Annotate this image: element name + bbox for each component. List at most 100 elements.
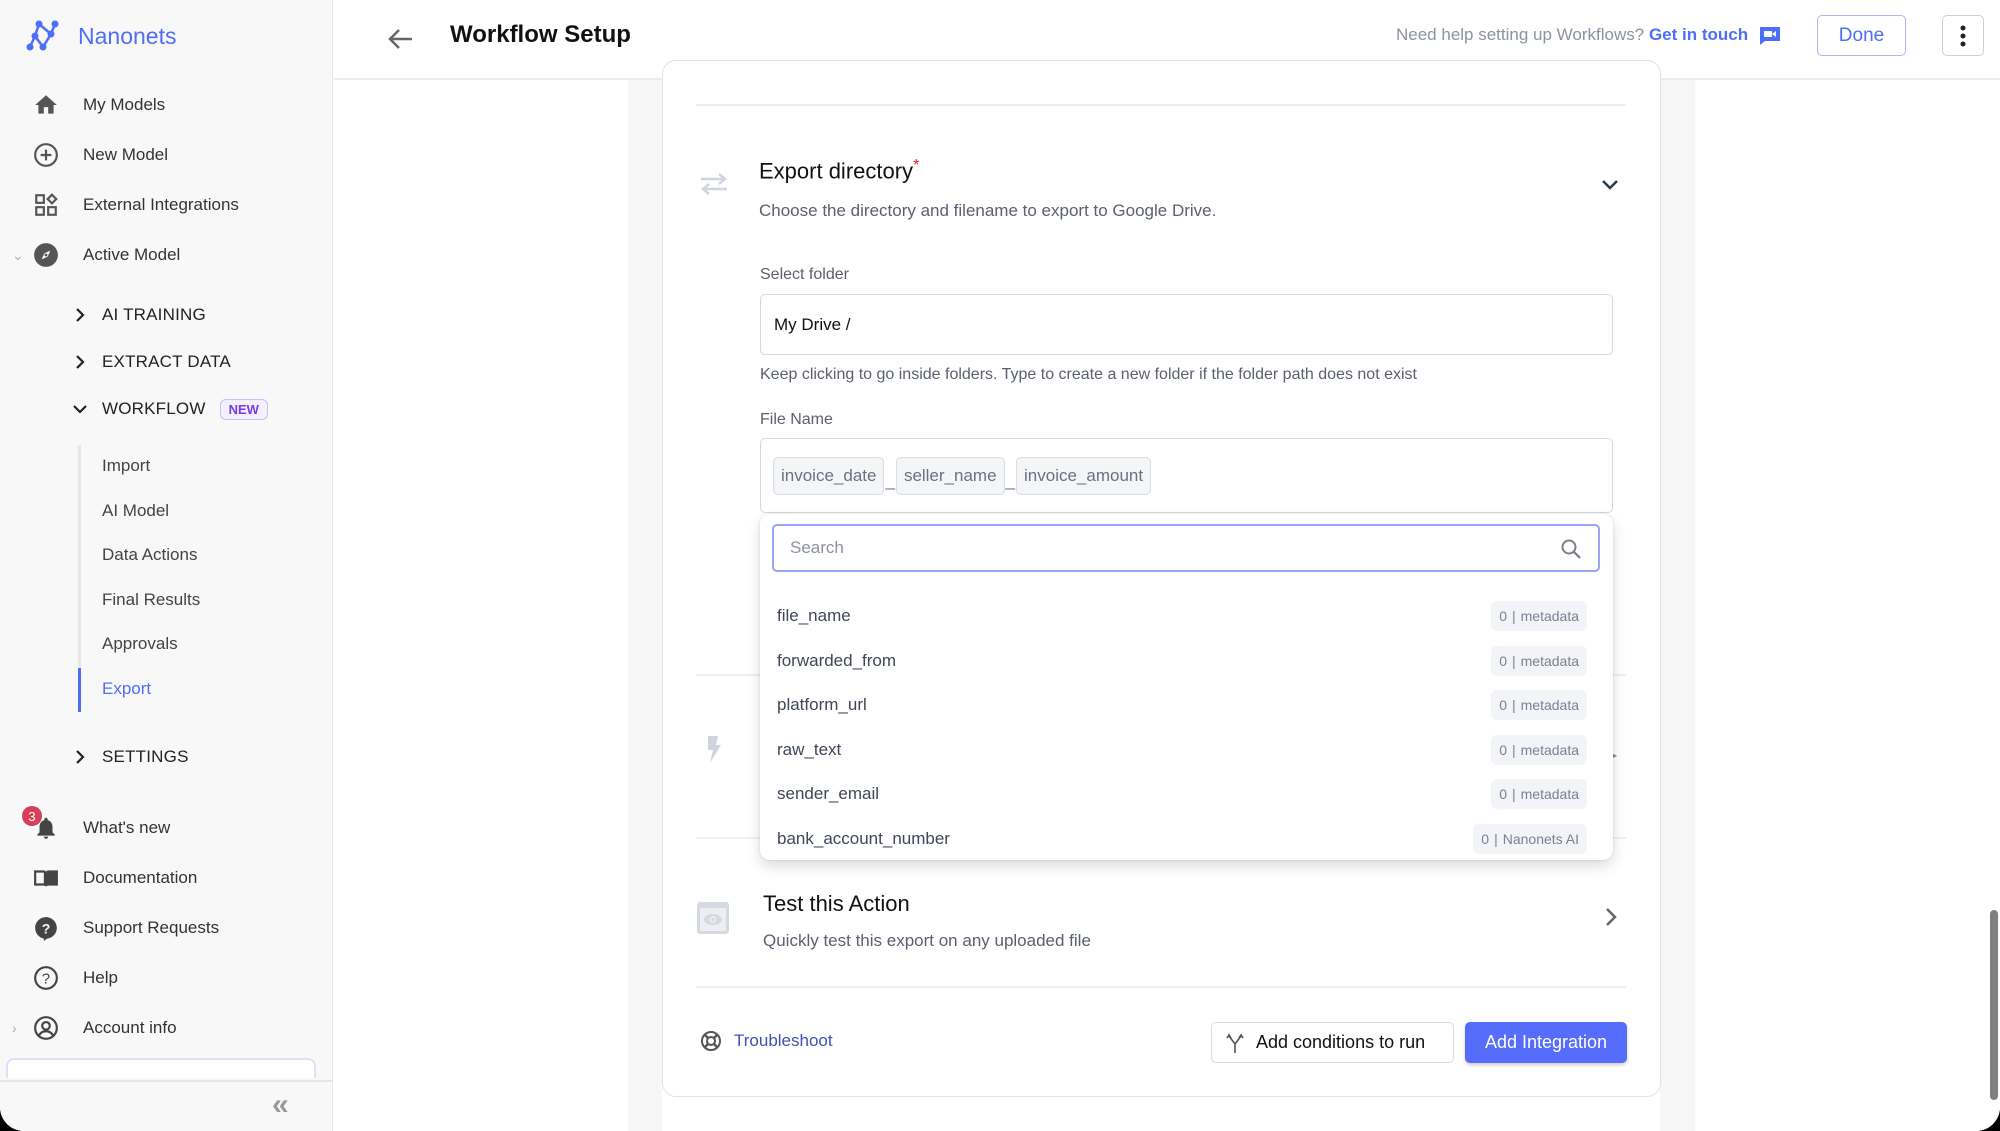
svg-text:?: ? — [42, 970, 50, 987]
sidebar-item-label: Account info — [83, 1018, 177, 1037]
sidebar-item-label: Help — [83, 968, 118, 987]
chevron-down-icon — [73, 405, 87, 414]
sidebar-item-support-requests[interactable]: ? Support Requests — [0, 908, 333, 948]
sidebar-item-active-model[interactable]: ⌄ Active Model — [0, 235, 333, 275]
sidebar-item-external-integrations[interactable]: External Integrations — [0, 185, 333, 225]
content-gutter-left — [628, 80, 662, 1131]
home-icon — [33, 92, 59, 118]
sidebar-item-documentation[interactable]: Documentation — [0, 858, 333, 898]
add-integration-button[interactable]: Add Integration — [1465, 1022, 1627, 1063]
option-name: platform_url — [777, 695, 867, 714]
more-options-button[interactable] — [1942, 15, 1984, 56]
troubleshoot-link[interactable]: Troubleshoot — [700, 1030, 833, 1052]
workflow-item-approvals[interactable]: Approvals — [102, 634, 178, 654]
workflow-item-export[interactable]: Export — [102, 679, 151, 699]
workflow-item-final-results[interactable]: Final Results — [102, 590, 200, 610]
compass-icon — [33, 242, 59, 268]
sidebar: Nanonets My Models New Model External In… — [0, 0, 333, 1131]
sidebar-item-help[interactable]: ? Help — [0, 958, 333, 998]
new-badge: NEW — [219, 398, 268, 420]
brand-logo[interactable]: Nanonets — [26, 18, 176, 54]
sidebar-item-new-model[interactable]: New Model — [0, 135, 333, 175]
required-marker: * — [913, 157, 920, 174]
chip-separator: _ — [885, 470, 895, 490]
dropdown-option[interactable]: forwarded_from 0 | metadata — [760, 639, 1613, 683]
field-search-input[interactable] — [790, 526, 1530, 570]
dropdown-option[interactable]: bank_account_number 0 | Nanonets AI — [760, 817, 1613, 860]
file-name-chip[interactable]: invoice_date — [773, 456, 885, 495]
option-source: metadata — [1520, 653, 1579, 669]
support-icon: ? — [33, 915, 59, 941]
dropdown-option[interactable]: raw_text 0 | metadata — [760, 728, 1613, 772]
help-prompt: Need help setting up Workflows? Get in t… — [1396, 25, 1781, 46]
option-count: 0 — [1499, 608, 1507, 624]
dropdown-search — [772, 524, 1600, 572]
option-count: 0 — [1499, 697, 1507, 713]
get-in-touch-link[interactable]: Get in touch — [1649, 25, 1748, 44]
option-name: raw_text — [777, 740, 842, 759]
test-action-title: Test this Action — [763, 891, 910, 916]
option-source: Nanonets AI — [1502, 831, 1579, 847]
sidebar-item-account-info[interactable]: › Account info — [0, 1008, 333, 1048]
dropdown-option[interactable]: sender_email 0 | metadata — [760, 772, 1613, 816]
sidebar-section-ai-training[interactable]: AI TRAINING — [70, 298, 206, 332]
widgets-icon — [33, 192, 59, 218]
collapse-sidebar-icon[interactable]: « — [272, 1090, 289, 1120]
sidebar-item-label: Documentation — [83, 868, 198, 887]
page-scrollbar[interactable] — [1990, 910, 1998, 1100]
collapse-section-chevron-icon[interactable] — [1598, 172, 1622, 196]
file-name-input[interactable]: invoice_date _ seller_name _ invoice_amo… — [760, 438, 1613, 513]
add-conditions-button[interactable]: Add conditions to run — [1211, 1022, 1454, 1063]
option-name: file_name — [777, 606, 851, 625]
chevron-right-icon: › — [12, 1020, 17, 1036]
content-gutter-right — [1660, 80, 1695, 1131]
app-window: Nanonets My Models New Model External In… — [0, 0, 2000, 1131]
sidebar-section-settings[interactable]: SETTINGS — [70, 740, 189, 774]
option-source-tag: 0 | metadata — [1491, 779, 1587, 809]
sidebar-footer: « — [0, 1080, 333, 1131]
help-circle-icon: ? — [33, 965, 59, 991]
select-folder-label: Select folder — [760, 266, 849, 283]
workflow-item-ai-model[interactable]: AI Model — [102, 501, 169, 521]
workflow-item-import[interactable]: Import — [102, 456, 150, 476]
option-source: metadata — [1520, 742, 1579, 758]
sidebar-item-label: New Model — [83, 145, 169, 164]
folder-hint-text: Keep clicking to go inside folders. Type… — [760, 366, 1417, 383]
option-source-tag: 0 | metadata — [1491, 690, 1587, 720]
search-icon — [1561, 539, 1581, 559]
option-name: sender_email — [777, 784, 880, 803]
sidebar-item-my-models[interactable]: My Models — [0, 85, 333, 125]
field-picker-dropdown: file_name 0|metadata forwarded_from 0|me… — [760, 514, 1613, 860]
brand-name: Nanonets — [78, 22, 177, 49]
folder-path-input[interactable]: My Drive / — [760, 294, 1613, 355]
preview-eye-icon — [697, 902, 729, 934]
section-label: AI TRAINING — [102, 305, 206, 324]
option-source: metadata — [1520, 786, 1579, 802]
chevron-right-icon — [76, 750, 85, 764]
lightning-icon — [708, 736, 721, 763]
video-chat-icon[interactable] — [1759, 26, 1781, 46]
chevron-down-icon: ⌄ — [12, 246, 24, 263]
back-arrow-icon[interactable] — [384, 22, 418, 56]
workflow-item-data-actions[interactable]: Data Actions — [102, 545, 197, 565]
option-name: forwarded_from — [777, 651, 897, 670]
dropdown-option[interactable]: platform_url 0 | metadata — [760, 683, 1613, 727]
test-action-description: Quickly test this export on any uploaded… — [763, 931, 1091, 950]
option-source-tag: 0 | metadata — [1491, 735, 1587, 765]
sidebar-promo-card[interactable] — [6, 1058, 316, 1078]
branch-icon — [1226, 1033, 1244, 1053]
sidebar-section-extract-data[interactable]: EXTRACT DATA — [70, 345, 231, 379]
file-name-chip[interactable]: invoice_amount — [1016, 456, 1152, 495]
sidebar-item-whats-new[interactable]: What's new — [0, 808, 333, 848]
option-source-tag: 0 | metadata — [1491, 646, 1587, 676]
section-label: EXTRACT DATA — [102, 352, 231, 371]
help-prompt-text: Need help setting up Workflows? — [1396, 25, 1645, 44]
dropdown-option[interactable]: file_name 0 | metadata — [760, 594, 1613, 638]
book-icon — [33, 865, 59, 891]
section-title-text: Export directory — [759, 158, 914, 184]
sidebar-section-workflow[interactable]: WORKFLOW NEW — [70, 392, 268, 426]
chevron-right-icon[interactable] — [1600, 906, 1622, 928]
done-button[interactable]: Done — [1817, 15, 1906, 56]
troubleshoot-label: Troubleshoot — [734, 1031, 833, 1050]
file-name-chip[interactable]: seller_name — [895, 456, 1005, 495]
